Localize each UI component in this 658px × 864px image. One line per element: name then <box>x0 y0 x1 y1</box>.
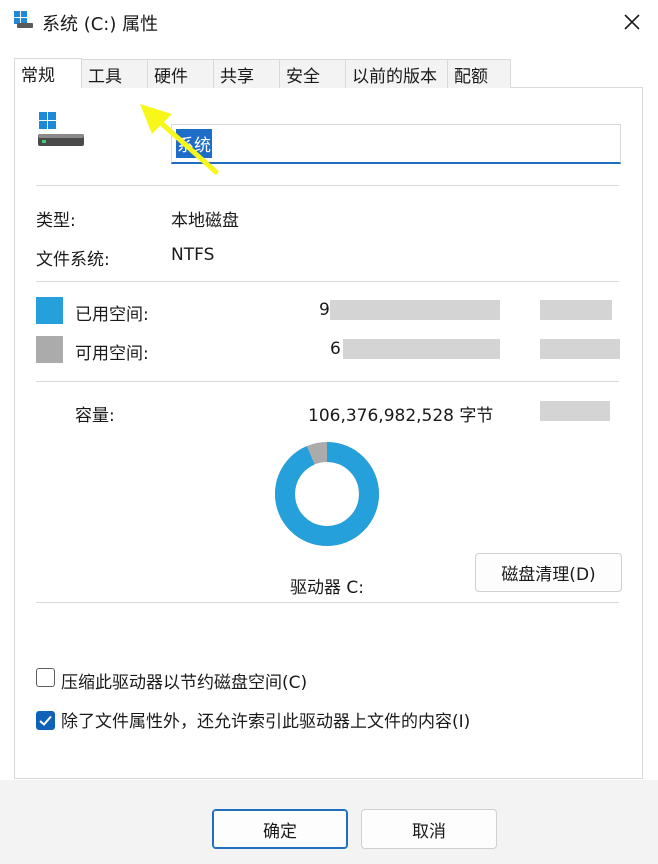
tab-sharing[interactable]: 共享 <box>213 59 280 88</box>
close-icon <box>624 14 640 30</box>
drive-letter-label: 驱动器 C: <box>290 578 365 598</box>
separator <box>36 281 619 282</box>
separator <box>36 185 619 186</box>
drive-name-input[interactable]: 系统 <box>171 124 621 164</box>
redacted-value <box>343 339 500 359</box>
annotation-arrow-icon <box>130 92 230 182</box>
tab-tools[interactable]: 工具 <box>81 59 148 88</box>
ok-button[interactable]: 确定 <box>212 809 348 849</box>
separator <box>36 381 619 382</box>
index-checkbox[interactable] <box>36 711 55 730</box>
close-button[interactable] <box>612 6 652 38</box>
used-space-swatch <box>36 297 63 324</box>
used-space-label: 已用空间: <box>75 305 149 325</box>
capacity-label: 容量: <box>75 406 115 426</box>
filesystem-label: 文件系统: <box>36 250 110 270</box>
cancel-button[interactable]: 取消 <box>361 809 497 849</box>
drive-icon <box>37 110 87 150</box>
donut-used-segment <box>275 442 379 546</box>
redacted-value <box>540 401 610 421</box>
free-space-label: 可用空间: <box>75 344 149 364</box>
window-title: 系统 (C:) 属性 <box>42 14 159 35</box>
capacity-bytes: 106,376,982,528 字节 <box>308 406 494 426</box>
free-space-bytes: 6 <box>330 339 341 359</box>
redacted-value <box>540 300 612 320</box>
redacted-value <box>330 300 500 320</box>
type-value: 本地磁盘 <box>171 211 239 231</box>
compress-checkbox[interactable] <box>36 668 55 687</box>
drive-properties-icon <box>13 10 35 30</box>
tab-previous-versions[interactable]: 以前的版本 <box>345 59 448 88</box>
used-space-bytes: 9 <box>319 300 330 320</box>
free-space-swatch <box>36 336 63 363</box>
index-checkbox-label[interactable]: 除了文件属性外，还允许索引此驱动器上文件的内容(I) <box>61 707 470 732</box>
tab-quota[interactable]: 配额 <box>447 59 511 88</box>
tab-hardware[interactable]: 硬件 <box>147 59 214 88</box>
checkmark-icon <box>39 715 52 726</box>
usage-donut-chart <box>274 441 380 547</box>
separator <box>36 602 619 603</box>
disk-cleanup-button[interactable]: 磁盘清理(D) <box>475 553 622 592</box>
type-label: 类型: <box>36 211 76 231</box>
filesystem-value: NTFS <box>171 245 215 265</box>
redacted-value <box>540 339 620 359</box>
tab-general[interactable]: 常规 <box>14 58 82 88</box>
compress-checkbox-label[interactable]: 压缩此驱动器以节约磁盘空间(C) <box>61 668 307 693</box>
tab-security[interactable]: 安全 <box>279 59 346 88</box>
